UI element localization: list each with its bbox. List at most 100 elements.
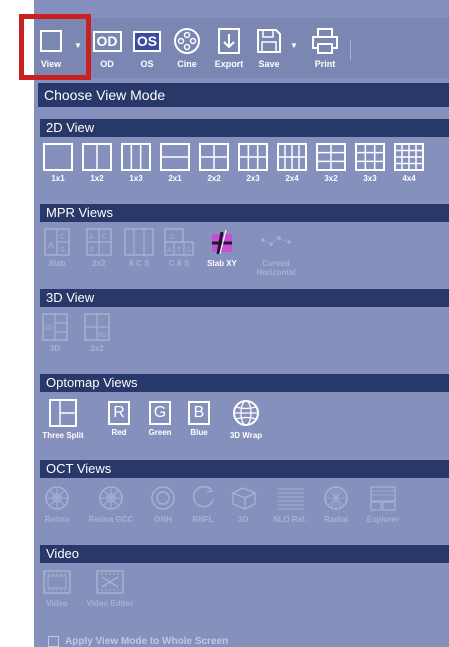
grid-layout-icon (238, 143, 268, 171)
view3d-2x2: 3D 2x2 (82, 313, 112, 353)
toolbar-separator (350, 40, 351, 60)
optomap-green-label: Green (148, 428, 172, 437)
video-editor-label: Video Editor (86, 599, 134, 608)
os-label: OS (140, 59, 154, 69)
grid-layout-icon (277, 143, 307, 171)
view3d-3d-label: 3D (49, 344, 61, 353)
od-button[interactable]: OD OD (92, 18, 122, 78)
oct-view-4: 3D (228, 484, 258, 524)
oct-view-5: SLO Ref. (266, 484, 314, 524)
oct-view-0: Retina (40, 484, 74, 524)
layout-2d-label: 3x2 (324, 174, 338, 183)
oct-view-7: Explorer (360, 484, 406, 524)
svg-text:C: C (60, 234, 65, 241)
oct-view-3: RNFL (186, 484, 220, 524)
grid-layout-icon (199, 143, 229, 171)
video-editor-icon (96, 570, 124, 594)
layout-2d-1x2[interactable]: 1x2 (80, 143, 114, 183)
grid-layout-icon (316, 143, 346, 171)
rnfl-icon (192, 485, 214, 508)
print-label: Print (314, 59, 336, 69)
layout-2d-label: 2x3 (246, 174, 260, 183)
letter-r-icon: R (108, 401, 130, 425)
mpr-slab-icon: A C S (44, 228, 70, 256)
filmstrip-icon (43, 570, 71, 594)
svg-text:A: A (167, 247, 172, 254)
mpr-slab-xy[interactable]: Slab XY (202, 228, 242, 268)
layout-2d-4x4[interactable]: 4x4 (392, 143, 426, 183)
layout-2d-label: 1x1 (51, 174, 65, 183)
grid-layout-icon (82, 143, 112, 171)
curved-line-icon (261, 236, 291, 246)
print-button[interactable]: Print (310, 18, 340, 78)
mpr-acs-icon (124, 228, 154, 256)
apply-view-mode-checkbox-row[interactable]: Apply View Mode to Whole Screen (48, 636, 228, 647)
save-button[interactable]: Save (254, 18, 284, 78)
layout-2d-2x3[interactable]: 2x3 (236, 143, 270, 183)
oct-view-label: Radial (323, 515, 348, 524)
cine-label: Cine (177, 59, 197, 69)
optomap-green[interactable]: G Green (143, 398, 177, 437)
cube-3d-icon (231, 487, 257, 510)
optomap-red-label: Red (111, 428, 127, 437)
view3d-3d: 3D 3D (40, 313, 70, 353)
letter-b-icon: B (188, 401, 210, 425)
svg-text:A: A (48, 240, 54, 250)
svg-text:S: S (89, 247, 94, 254)
view-button-highlight (19, 14, 91, 80)
save-label: Save (258, 59, 280, 69)
section-2d-view: 2D View (40, 119, 449, 137)
optomap-3d-wrap[interactable]: 3D Wrap (224, 398, 268, 440)
layout-2d-label: 4x4 (402, 174, 416, 183)
slo-ref-icon (278, 488, 304, 510)
optomap-red[interactable]: R Red (104, 398, 134, 437)
apply-view-mode-checkbox[interactable] (48, 636, 59, 647)
layout-2d-1x1[interactable]: 1x1 (41, 143, 75, 183)
optomap-three-split[interactable]: Three Split (40, 398, 86, 440)
os-icon: OS (132, 30, 162, 52)
letter-g-icon: G (149, 401, 171, 425)
retina-gcc-icon (99, 486, 123, 510)
video-label: Video (46, 599, 68, 608)
grid-layout-icon (43, 143, 73, 171)
svg-text:3D: 3D (44, 325, 53, 332)
grid-layout-icon (160, 143, 190, 171)
oct-view-2: ONH (148, 484, 178, 524)
layout-2d-2x4[interactable]: 2x4 (275, 143, 309, 183)
export-button[interactable]: Export (212, 18, 246, 78)
layout-2d-2x2[interactable]: 2x2 (197, 143, 231, 183)
panel-title: Choose View Mode (38, 83, 449, 107)
layout-2d-3x2[interactable]: 3x2 (314, 143, 348, 183)
svg-text:C: C (102, 234, 107, 241)
view3d-2x2-icon: 3D (84, 313, 110, 341)
oct-view-label: Retina (44, 515, 70, 524)
layout-2d-2x1[interactable]: 2x1 (158, 143, 192, 183)
layout-2d-label: 2x2 (207, 174, 221, 183)
layout-2d-3x3[interactable]: 3x3 (353, 143, 387, 183)
printer-icon (312, 28, 338, 54)
onh-icon (151, 486, 175, 510)
mpr-slab: A C S Slab (40, 228, 74, 268)
layout-2d-label: 1x3 (129, 174, 143, 183)
mpr-acs-label: A C S (128, 259, 150, 268)
floppy-disk-icon (257, 29, 281, 53)
save-dropdown-arrow-icon[interactable]: ▼ (290, 41, 298, 50)
apply-view-mode-label: Apply View Mode to Whole Screen (65, 636, 229, 647)
oct-view-label: SLO Ref. (273, 515, 307, 524)
mpr-cas-label: C A S (168, 259, 190, 268)
grid-layout-icon (355, 143, 385, 171)
layout-2d-1x3[interactable]: 1x3 (119, 143, 153, 183)
layout-2d-label: 2x4 (285, 174, 299, 183)
optomap-blue[interactable]: B Blue (184, 398, 214, 437)
os-button[interactable]: OS OS (132, 18, 162, 78)
svg-text:C: C (170, 234, 175, 241)
mpr-2x2-icon: A C S (86, 228, 112, 256)
svg-text:S: S (186, 247, 191, 254)
section-optomap-views: Optomap Views (40, 374, 449, 392)
three-split-icon (49, 399, 77, 427)
oct-view-label: 3D (237, 515, 249, 524)
optomap-3d-wrap-label: 3D Wrap (229, 431, 263, 440)
cine-button[interactable]: Cine (172, 18, 202, 78)
retina-icon (45, 486, 69, 510)
mpr-curved-horizontal-label: Curved Horizontal (256, 259, 296, 277)
